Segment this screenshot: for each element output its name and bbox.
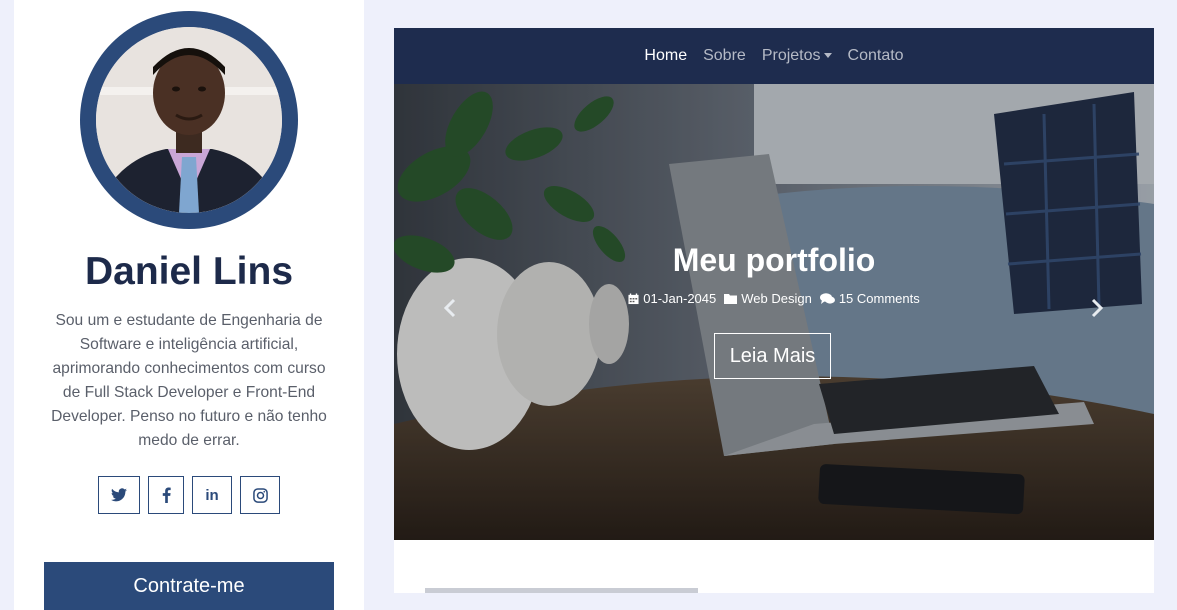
hero-overlay bbox=[394, 84, 1154, 540]
hero-category: Web Design bbox=[741, 291, 812, 306]
social-links: in bbox=[14, 476, 364, 514]
read-more-button[interactable]: Leia Mais bbox=[714, 333, 831, 379]
twitter-icon bbox=[111, 488, 127, 502]
carousel-next-icon[interactable] bbox=[1090, 298, 1104, 318]
navbar: Home Sobre Projetos Contato bbox=[394, 28, 1154, 84]
facebook-icon bbox=[162, 487, 171, 503]
profile-photo bbox=[96, 27, 282, 213]
nav-contato[interactable]: Contato bbox=[848, 47, 904, 65]
carousel-prev-icon[interactable] bbox=[443, 298, 457, 318]
hero-title: Meu portfolio bbox=[672, 242, 876, 278]
hero-meta: 01-Jan-2045 Web Design 15 Comments bbox=[394, 291, 1154, 306]
nav-projetos-label: Projetos bbox=[761, 47, 821, 64]
calendar-icon bbox=[628, 293, 639, 304]
main-content: Home Sobre Projetos Contato Meu portfoli… bbox=[394, 28, 1154, 593]
nav-sobre[interactable]: Sobre bbox=[703, 47, 746, 65]
avatar bbox=[80, 11, 298, 229]
instagram-icon bbox=[252, 487, 268, 503]
linkedin-link[interactable]: in bbox=[192, 476, 232, 514]
comments-icon bbox=[819, 292, 835, 304]
meta-comments[interactable]: 15 Comments bbox=[819, 291, 920, 306]
hero-carousel: Meu portfolio 01-Jan-2045 Web Design 15 … bbox=[394, 84, 1154, 540]
hero-date: 01-Jan-2045 bbox=[643, 291, 717, 306]
hero-comments: 15 Comments bbox=[838, 291, 920, 306]
post-thumbnail[interactable] bbox=[425, 588, 698, 593]
meta-category[interactable]: Web Design bbox=[724, 291, 812, 306]
profile-bio: Sou um e estudante de Engenharia de Soft… bbox=[51, 312, 327, 449]
twitter-link[interactable] bbox=[98, 476, 140, 514]
chevron-down-icon bbox=[823, 53, 832, 59]
linkedin-icon: in bbox=[205, 486, 219, 504]
meta-date: 01-Jan-2045 bbox=[628, 291, 716, 306]
profile-sidebar: Daniel Lins Sou um e estudante de Engenh… bbox=[14, 0, 364, 610]
hire-me-button[interactable]: Contrate-me bbox=[44, 562, 334, 610]
nav-projetos[interactable]: Projetos bbox=[762, 47, 832, 65]
instagram-link[interactable] bbox=[240, 476, 280, 514]
facebook-link[interactable] bbox=[148, 476, 184, 514]
nav-home[interactable]: Home bbox=[644, 47, 687, 65]
folder-icon bbox=[724, 294, 738, 304]
profile-name: Daniel Lins bbox=[84, 250, 294, 293]
